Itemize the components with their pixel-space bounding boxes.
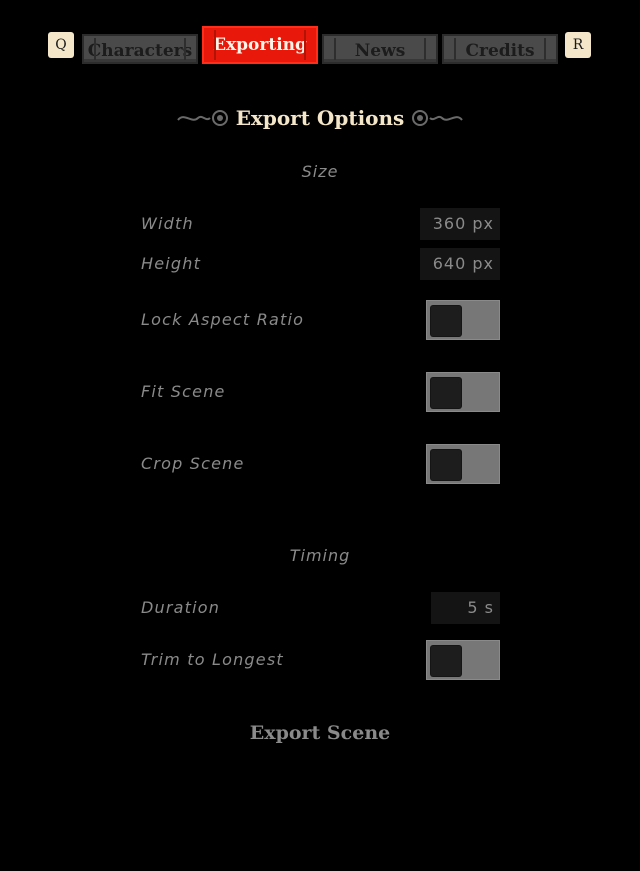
panel-title: Export Options bbox=[235, 106, 405, 130]
toggle-knob bbox=[431, 646, 461, 676]
next-tab-key[interactable]: R bbox=[565, 32, 591, 58]
width-label: Width bbox=[141, 214, 194, 233]
toggle-knob bbox=[431, 378, 461, 408]
right-ornament-icon bbox=[412, 110, 464, 126]
duration-field[interactable]: 5 s bbox=[431, 592, 500, 624]
prev-tab-key[interactable]: Q bbox=[48, 32, 74, 58]
duration-label: Duration bbox=[141, 598, 221, 617]
timing-section-heading: Timing bbox=[289, 546, 351, 565]
tab-characters[interactable]: Characters bbox=[82, 34, 198, 64]
toggle-knob bbox=[431, 450, 461, 480]
crop-scene-toggle[interactable] bbox=[426, 444, 500, 484]
height-field[interactable]: 640 px bbox=[420, 248, 500, 280]
size-section-heading: Size bbox=[301, 162, 339, 181]
tab-news[interactable]: News bbox=[322, 34, 438, 64]
tab-exporting[interactable]: Exporting bbox=[202, 26, 318, 64]
fit-scene-toggle[interactable] bbox=[426, 372, 500, 412]
height-label: Height bbox=[141, 254, 202, 273]
export-scene-button[interactable]: Export Scene bbox=[0, 722, 640, 744]
panel-header: Export Options bbox=[0, 100, 640, 136]
width-field[interactable]: 360 px bbox=[420, 208, 500, 240]
toggle-knob bbox=[431, 306, 461, 336]
tab-bar: Q Characters Exporting News Credits R bbox=[0, 0, 640, 70]
lock-aspect-ratio-label: Lock Aspect Ratio bbox=[141, 310, 305, 329]
fit-scene-label: Fit Scene bbox=[141, 382, 226, 401]
trim-to-longest-label: Trim to Longest bbox=[141, 650, 284, 669]
tab-credits[interactable]: Credits bbox=[442, 34, 558, 64]
lock-aspect-ratio-toggle[interactable] bbox=[426, 300, 500, 340]
trim-to-longest-toggle[interactable] bbox=[426, 640, 500, 680]
crop-scene-label: Crop Scene bbox=[141, 454, 245, 473]
left-ornament-icon bbox=[176, 110, 228, 126]
